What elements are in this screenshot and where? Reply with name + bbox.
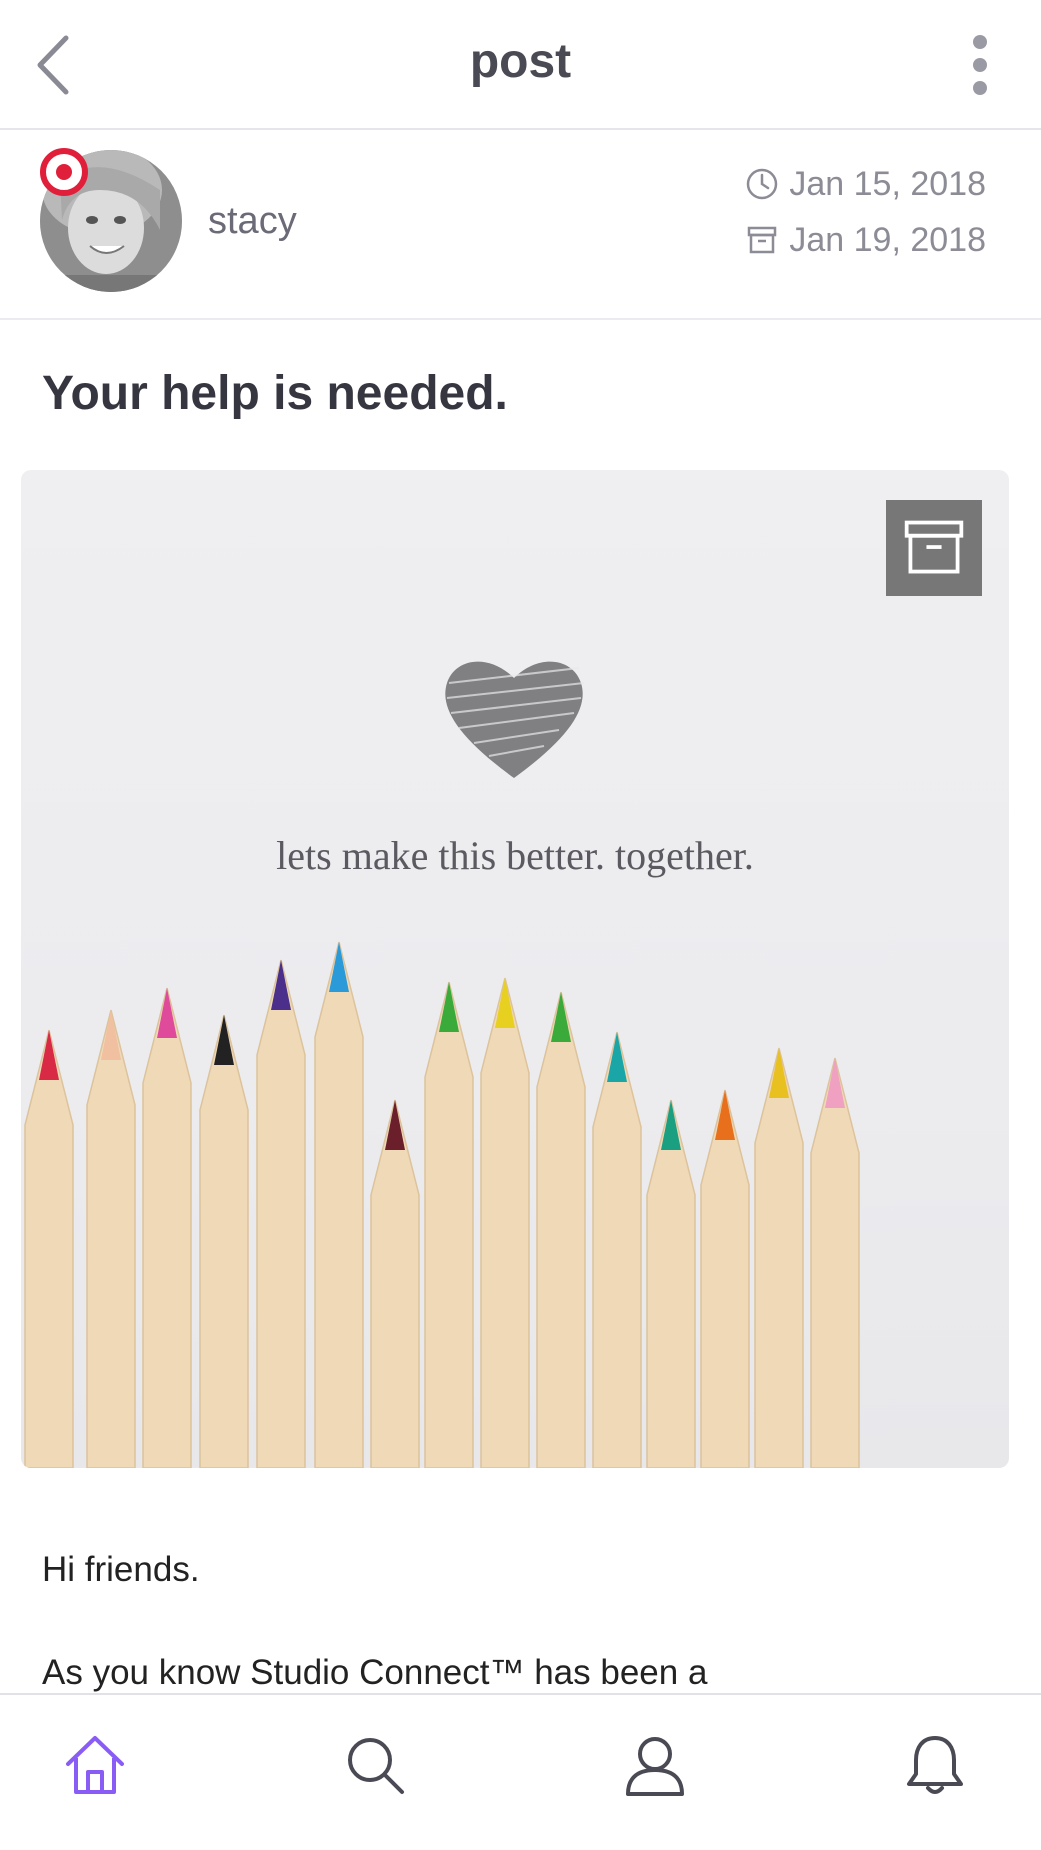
created-date: Jan 15, 2018 — [789, 165, 986, 203]
more-options-button[interactable] — [960, 30, 1000, 100]
colored-pencils-illustration — [24, 941, 860, 1468]
archive-date-line: Jan 19, 2018 — [745, 212, 986, 268]
page-title: post — [469, 35, 572, 88]
post-title: Your help is needed. — [42, 367, 508, 420]
post-image[interactable]: lets make this better. together. — [21, 470, 1009, 1468]
nav-profile-button[interactable] — [620, 1730, 690, 1800]
archive-button[interactable] — [886, 500, 982, 596]
archive-box-icon — [748, 226, 777, 254]
nav-home-button[interactable] — [60, 1730, 130, 1800]
bell-icon — [907, 1736, 963, 1794]
target-badge-icon — [40, 148, 88, 196]
profile-icon — [626, 1737, 684, 1796]
archive-box-icon — [904, 520, 964, 574]
created-date-line: Jan 15, 2018 — [745, 156, 986, 212]
home-icon — [66, 1736, 124, 1794]
clock-icon — [747, 168, 778, 200]
post-body-line: As you know Studio Connect™ has been a — [42, 1653, 708, 1692]
post-dates: Jan 15, 2018 Jan 19, 2018 — [745, 156, 986, 268]
archive-date: Jan 19, 2018 — [789, 221, 986, 259]
author-name[interactable]: stacy — [208, 200, 297, 243]
nav-notifications-button[interactable] — [900, 1730, 970, 1800]
nav-search-button[interactable] — [340, 1730, 410, 1800]
top-bar: post — [0, 0, 1041, 130]
post-author-row: stacy Jan 15, 2018 Jan 19, 2018 — [0, 130, 1041, 320]
search-icon — [348, 1738, 404, 1794]
post-body-line: Hi friends. — [42, 1550, 200, 1589]
bottom-nav — [0, 1693, 1041, 1850]
vertical-dots-icon — [973, 35, 987, 95]
